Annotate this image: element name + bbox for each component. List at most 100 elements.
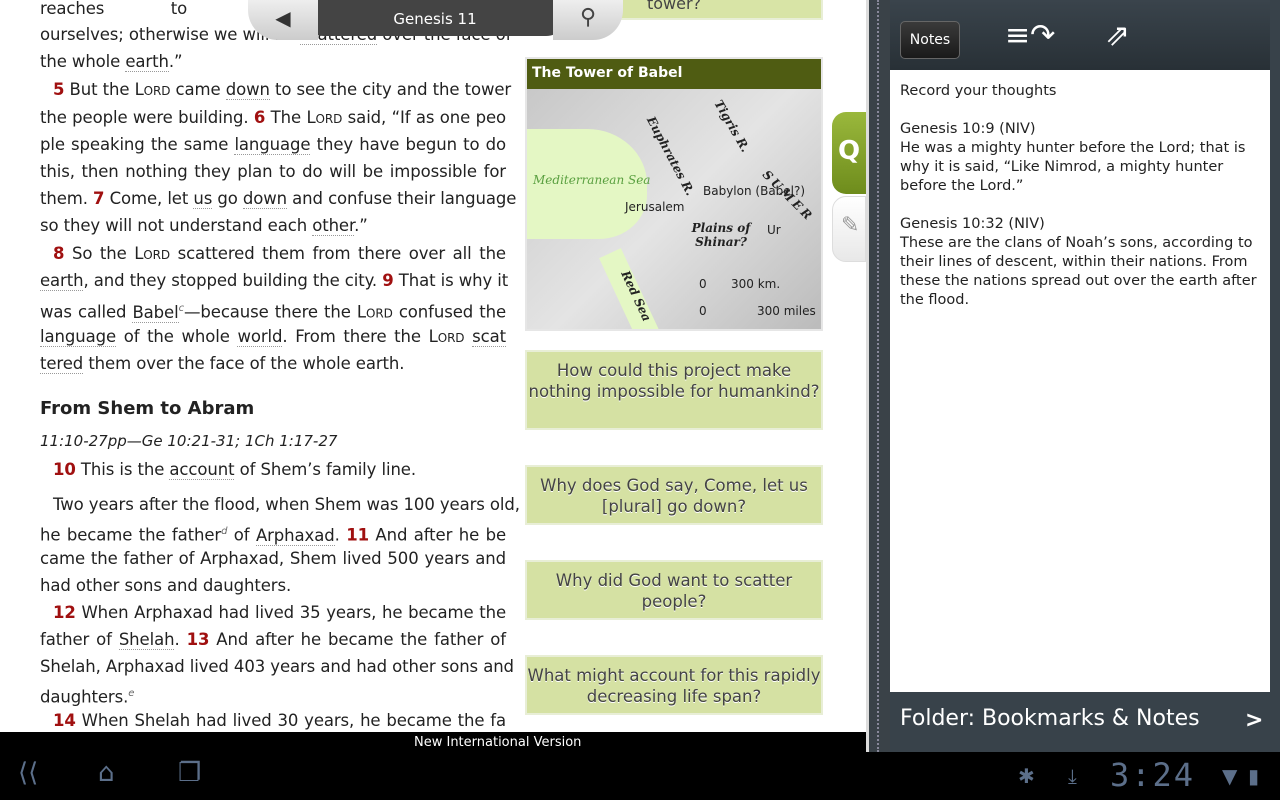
text-run: Two years after the flood, when Shem was… xyxy=(53,495,520,514)
footnote-marker[interactable]: e xyxy=(128,688,134,699)
linked-word[interactable]: language xyxy=(40,327,116,347)
text-run: The xyxy=(265,108,307,127)
lord-smallcaps: Lord xyxy=(428,327,465,346)
linked-word[interactable]: earth xyxy=(40,271,84,291)
cross-reference[interactable]: 11:10-27pp—Ge 10:21-31; 1Ch 1:17-27 xyxy=(40,432,337,450)
folder-label[interactable]: Folder: Bookmarks & Notes xyxy=(900,706,1200,731)
scripture-line: the people were building. 6 The Lord sai… xyxy=(40,106,506,130)
note-ref: Genesis 10:32 (NIV) xyxy=(900,216,1045,232)
notes-editor[interactable]: Record your thoughts Genesis 10:9 (NIV) H… xyxy=(890,70,1270,692)
linked-word[interactable]: Babel xyxy=(132,302,179,323)
text-run: —because there the xyxy=(184,302,357,322)
verse-number[interactable]: 11 xyxy=(346,526,369,545)
text-run: Come, let xyxy=(104,189,194,208)
text-run: came the father of Arphaxad, Shem lived … xyxy=(40,549,506,568)
recent-apps-icon[interactable]: ❐ xyxy=(178,758,201,788)
text-run: so they will not understand each xyxy=(40,216,313,235)
text-run: daughters. xyxy=(40,687,129,707)
text-run: . From there the xyxy=(282,327,429,346)
chapter-title[interactable]: Genesis 11 xyxy=(300,10,570,28)
scale-label: 0 xyxy=(699,277,707,291)
linked-word[interactable]: Arphaxad xyxy=(255,525,335,546)
question-card[interactable]: What might account for this rapidly decr… xyxy=(525,655,823,715)
question-card[interactable]: Why does God say, Come, let us [plural] … xyxy=(525,465,823,525)
text-run: was called xyxy=(40,302,133,322)
bible-reader: reaches to the heavens, soourselves; oth… xyxy=(0,0,866,732)
linked-word[interactable]: down xyxy=(225,80,270,100)
notes-button[interactable]: Notes xyxy=(900,21,960,59)
map-label: Ur xyxy=(767,223,781,237)
question-card[interactable]: Why did God want to scatter people? xyxy=(525,560,823,620)
verse-number[interactable]: 9 xyxy=(382,271,393,290)
map-label: Jerusalem xyxy=(625,200,685,214)
scripture-line: came the father of Arphaxad, Shem lived … xyxy=(40,547,506,571)
bookmark-jump-icon[interactable]: ≡↷ xyxy=(1005,18,1055,53)
scale-label: 0 xyxy=(699,304,707,318)
verse-number[interactable]: 10 xyxy=(53,460,76,479)
text-run: And after he be xyxy=(368,525,506,545)
scale-label: 300 miles xyxy=(757,304,816,318)
text-run: So the xyxy=(64,244,135,263)
scale-label: 300 km. xyxy=(731,277,781,291)
question-card[interactable]: How could this project make nothing impo… xyxy=(525,350,823,430)
verse-number[interactable]: 14 xyxy=(53,711,76,730)
map-label: Plains of Shinar? xyxy=(691,221,751,249)
back-icon[interactable]: ⟨⟨ xyxy=(18,758,38,788)
linked-word[interactable]: scat xyxy=(472,327,506,347)
battery-icon: ▮ xyxy=(1248,764,1260,788)
scripture-line: had other sons and daughters. xyxy=(40,574,506,598)
scripture-line: the whole earth.” xyxy=(40,50,506,74)
verse-number[interactable]: 5 xyxy=(53,80,64,99)
linked-word[interactable]: down xyxy=(242,189,287,209)
clock: 3:24 xyxy=(1110,756,1196,794)
text-run: But the xyxy=(64,80,135,99)
linked-word[interactable]: world xyxy=(237,327,283,347)
scripture-line: ple speaking the same language they have… xyxy=(40,133,506,157)
chevron-right-icon[interactable]: > xyxy=(1245,708,1263,733)
text-run: , and they stopped building the city. xyxy=(83,271,383,290)
text-run: . xyxy=(334,525,347,545)
panel-divider[interactable] xyxy=(866,0,890,752)
text-run: of xyxy=(227,525,256,545)
linked-word[interactable]: account xyxy=(169,460,235,480)
scripture-line: father of Shelah. 13 And after he became… xyxy=(40,628,506,652)
text-run xyxy=(464,327,472,346)
linked-word[interactable]: tered xyxy=(40,354,83,374)
linked-word[interactable]: earth xyxy=(125,52,169,72)
linked-word[interactable]: us xyxy=(193,189,212,209)
text-run: this, then nothing they plan to do will … xyxy=(40,162,506,181)
study-tab[interactable]: Q xyxy=(832,112,866,194)
text-run: and confuse their language xyxy=(287,189,517,208)
system-bar: ⟨⟨ ⌂ ❐ ✱ ⤓ 3:24 ▼ ▮ xyxy=(0,752,1280,800)
text-run: go xyxy=(212,189,243,208)
text-run: .” xyxy=(168,52,183,71)
lord-smallcaps: Lord xyxy=(356,302,393,322)
text-run: the whole xyxy=(40,52,126,71)
scripture-line: Two years after the flood, when Shem was… xyxy=(40,493,520,517)
map-card[interactable]: The Tower of Babel Mediterranean Sea Jer… xyxy=(525,57,823,331)
verse-number[interactable]: 7 xyxy=(93,189,104,208)
notes-tab[interactable]: ✎ xyxy=(832,196,866,262)
verse-number[interactable]: 13 xyxy=(187,630,210,649)
text-run: father of xyxy=(40,630,119,649)
text-run: the people were building. xyxy=(40,108,254,127)
text-run: And after he became the father of xyxy=(209,630,506,649)
verse-number[interactable]: 12 xyxy=(53,603,76,622)
note-text: These are the clans of Noah’s sons, acco… xyxy=(900,235,1257,308)
linked-word[interactable]: other xyxy=(312,216,354,236)
text-run: came xyxy=(170,80,226,99)
linked-word[interactable]: Shelah xyxy=(118,630,175,650)
share-icon[interactable]: ⇗ xyxy=(1105,18,1130,53)
home-icon[interactable]: ⌂ xyxy=(98,758,115,788)
notes-prompt: Record your thoughts xyxy=(900,83,1057,99)
verse-number[interactable]: 6 xyxy=(254,108,265,127)
scripture-line: was called Babelc—because there the Lord… xyxy=(40,297,506,323)
lord-smallcaps: Lord xyxy=(134,80,171,99)
map-label: Euphrates R. xyxy=(643,114,698,198)
scripture-line: 8 So the Lord scattered them from there … xyxy=(40,242,506,266)
download-icon: ⤓ xyxy=(1068,764,1077,788)
text-run: of Shem’s family line. xyxy=(234,460,416,479)
verse-number[interactable]: 8 xyxy=(53,244,64,263)
linked-word[interactable]: language xyxy=(234,135,311,155)
pencil-icon: ✎ xyxy=(841,213,860,238)
